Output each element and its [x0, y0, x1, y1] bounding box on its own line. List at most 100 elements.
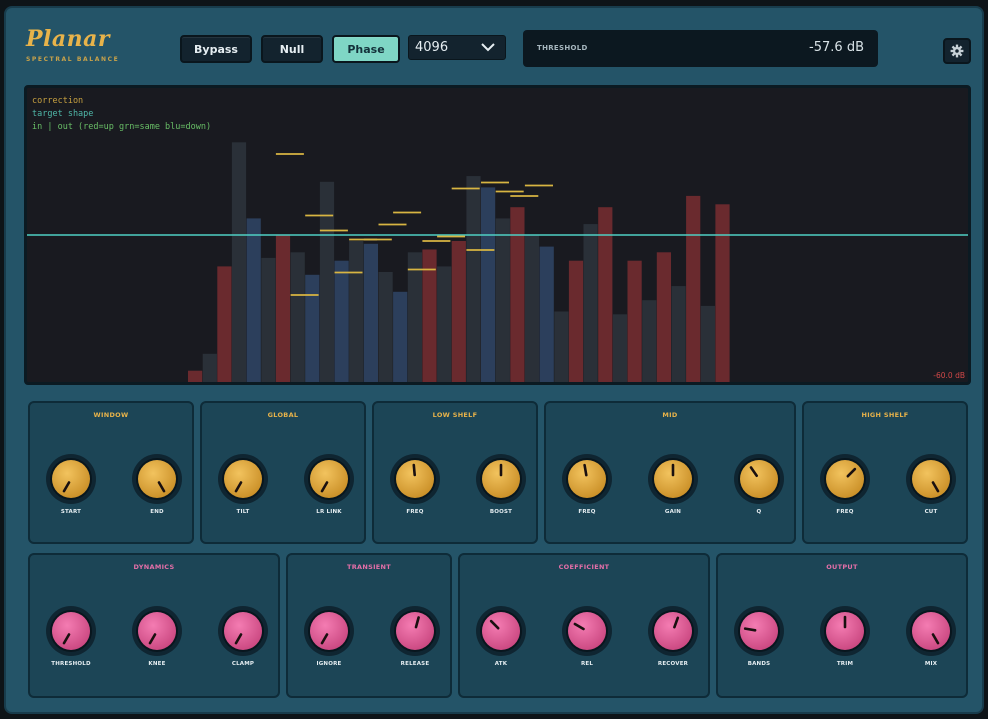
panel-window: WINDOW START END [28, 401, 194, 544]
knob-coefficient-atk[interactable]: ATK [475, 605, 527, 675]
spectrum-bar [188, 370, 203, 382]
bypass-button[interactable]: Bypass [180, 35, 252, 63]
panel-title: COEFFICIENT [558, 563, 610, 571]
knob-mid-q[interactable]: Q [733, 453, 785, 523]
knob-label: RECOVER [657, 661, 689, 667]
knob-window-start[interactable]: START [45, 453, 97, 523]
knob-label: REL [580, 661, 594, 667]
spectrum-bar [466, 176, 481, 382]
knob-global-lr-link[interactable]: LR LINK [303, 453, 355, 523]
panel-title: LOW SHELF [432, 411, 478, 419]
legend-target-shape: target shape [32, 109, 94, 119]
panel-high-shelf: HIGH SHELF FREQ CUT [802, 401, 968, 544]
floor-level-label: -60.0 dB [933, 371, 965, 380]
knob-label: START [60, 509, 82, 515]
knob-transient-release[interactable]: RELEASE [389, 605, 441, 675]
knob-output-trim[interactable]: TRIM [819, 605, 871, 675]
panel-output: OUTPUT BANDS TRIM MIX [716, 553, 968, 698]
knob-label: TRIM [836, 661, 854, 667]
app-subtitle: SPECTRAL BALANCE [26, 56, 120, 63]
knob-label: MIX [924, 661, 938, 667]
knob-label: IGNORE [316, 661, 342, 667]
spectrum-bar [627, 260, 642, 382]
legend-in-out: in | out (red=up grn=same blu=down) [32, 122, 212, 132]
gear-icon [950, 44, 964, 58]
knob-mid-freq[interactable]: FREQ [561, 453, 613, 523]
spectrum-bar [481, 187, 496, 382]
knob-window-end[interactable]: END [131, 453, 183, 523]
panel-title: MID [662, 411, 678, 419]
knob-label: TILT [236, 509, 250, 515]
logo: Planar SPECTRAL BALANCE [26, 26, 119, 63]
spectrum-bar [583, 224, 598, 382]
knob-low-shelf-freq[interactable]: FREQ [389, 453, 441, 523]
spectrum-bar [437, 266, 452, 382]
spectrum-bar [275, 235, 291, 382]
knob-label: CUT [924, 509, 938, 515]
spectrum-bar [510, 207, 525, 382]
spectrum-bar [202, 353, 217, 382]
spectrum-bar [334, 260, 349, 382]
spectrum-bar [407, 252, 422, 382]
knob-low-shelf-boost[interactable]: BOOST [475, 453, 527, 523]
spectrum-display: correction target shape in | out (red=up… [24, 85, 971, 385]
panel-title: HIGH SHELF [861, 411, 909, 419]
spectrum-bar [612, 314, 628, 382]
knob-high-shelf-freq[interactable]: FREQ [819, 453, 871, 523]
settings-button[interactable] [943, 38, 971, 64]
panel-title: GLOBAL [267, 411, 299, 419]
spectrum-bar [656, 252, 671, 382]
spectrum-legend: correction target shape in | out (red=up… [32, 95, 211, 134]
legend-correction: correction [32, 96, 84, 106]
knob-label: BANDS [747, 661, 771, 667]
knob-dynamics-threshold[interactable]: THRESHOLD [45, 605, 97, 675]
spectrum-bar [495, 218, 510, 382]
panel-title: WINDOW [93, 411, 129, 419]
knob-label: CLAMP [231, 661, 255, 667]
spectrum-bar [539, 246, 554, 382]
knob-mid-gain[interactable]: GAIN [647, 453, 699, 523]
knob-output-bands[interactable]: BANDS [733, 605, 785, 675]
spectrum-bar [305, 274, 320, 382]
knob-transient-ignore[interactable]: IGNORE [303, 605, 355, 675]
panel-coefficient: COEFFICIENT ATK REL RECOVER [458, 553, 710, 698]
knob-high-shelf-cut[interactable]: CUT [905, 453, 957, 523]
app-title: Planar [26, 26, 110, 52]
panel-title: OUTPUT [826, 563, 858, 571]
spectrum-bar [349, 241, 364, 382]
spectrum-bar [700, 305, 715, 382]
spectrum-bar [568, 260, 584, 382]
spectrum-bar [642, 300, 657, 382]
knob-label: LR LINK [316, 509, 342, 515]
knob-dynamics-knee[interactable]: KNEE [131, 605, 183, 675]
spectrum-bar [451, 241, 466, 382]
null-button[interactable]: Null [261, 35, 323, 63]
plugin-window: Planar SPECTRAL BALANCE Bypass Null Phas… [4, 6, 984, 714]
fft-size-select[interactable]: 4096 [408, 35, 506, 60]
spectrum-bar [524, 235, 540, 382]
phase-button-label: Phase [347, 42, 385, 56]
spectrum-bar [363, 243, 378, 382]
null-button-label: Null [279, 42, 305, 56]
panel-dynamics: DYNAMICS THRESHOLD KNEE CLAMP [28, 553, 280, 698]
knob-label: RELEASE [400, 661, 430, 667]
spectrum-bar [378, 272, 393, 382]
fft-size-value: 4096 [415, 40, 449, 55]
spectrum-bar [393, 291, 408, 382]
knob-global-tilt[interactable]: TILT [217, 453, 269, 523]
panel-transient: TRANSIENT IGNORE RELEASE [286, 553, 452, 698]
knob-coefficient-recover[interactable]: RECOVER [647, 605, 699, 675]
knob-dynamics-clamp[interactable]: CLAMP [217, 605, 269, 675]
panel-title: TRANSIENT [346, 563, 392, 571]
knob-label: BOOST [489, 509, 513, 515]
panel-low-shelf: LOW SHELF FREQ BOOST [372, 401, 538, 544]
knob-label: KNEE [148, 661, 166, 667]
threshold-value: -57.6 dB [809, 40, 864, 55]
knob-output-mix[interactable]: MIX [905, 605, 957, 675]
phase-button[interactable]: Phase [332, 35, 400, 63]
bypass-button-label: Bypass [194, 42, 238, 56]
chevron-down-icon [481, 43, 495, 52]
knob-coefficient-rel[interactable]: REL [561, 605, 613, 675]
spectrum-bar [246, 218, 261, 382]
knob-label: FREQ [406, 509, 424, 515]
